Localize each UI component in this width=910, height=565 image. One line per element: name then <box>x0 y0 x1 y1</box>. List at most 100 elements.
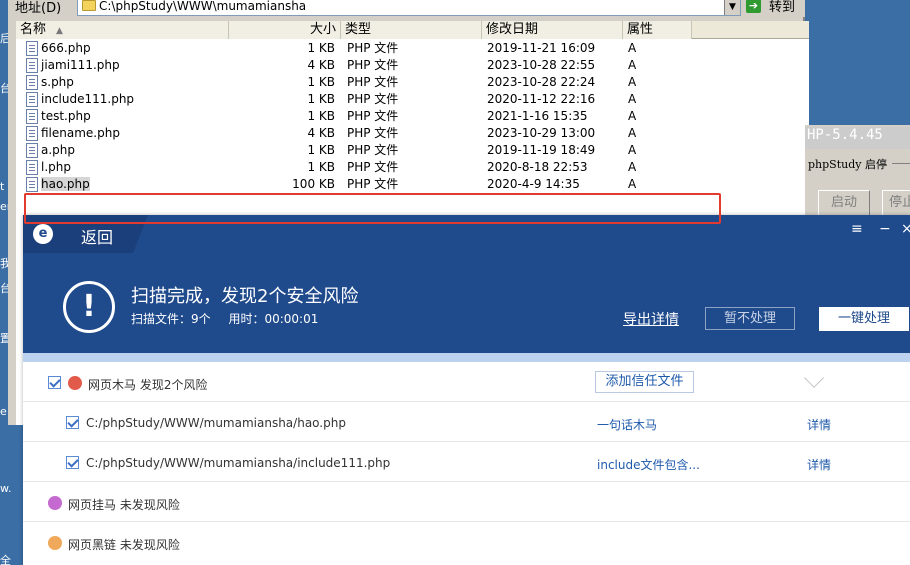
file-row[interactable]: a.php 1 KB PHP 文件 2019-11-19 18:49 A <box>16 142 809 159</box>
file-size: 1 KB <box>307 41 335 55</box>
file-row[interactable]: s.php 1 KB PHP 文件 2023-10-28 22:24 A <box>16 74 809 91</box>
folder-icon <box>82 0 96 11</box>
file-modified: 2023-10-28 22:24 <box>487 75 596 89</box>
group-title: 网页挂马 未发现风险 <box>68 498 180 512</box>
sort-up-icon: ▲ <box>56 26 63 36</box>
stop-button[interactable]: 停止 <box>882 190 910 216</box>
menu-icon[interactable]: ≡ <box>851 221 863 237</box>
header-accent <box>23 353 910 362</box>
file-row[interactable]: hao.php 100 KB PHP 文件 2020-4-9 14:35 A <box>16 176 809 193</box>
dark-link-icon <box>48 536 62 550</box>
file-row[interactable]: jiami111.php 4 KB PHP 文件 2023-10-28 22:5… <box>16 57 809 74</box>
file-attr: A <box>628 41 637 55</box>
risk-item: C:/phpStudy/WWW/mumamiansha/include111.p… <box>23 442 910 482</box>
results-list: 网页木马 发现2个风险 添加信任文件 C:/phpStudy/WWW/mumam… <box>23 362 910 565</box>
elapsed-time: 用时：00:00:01 <box>228 312 319 326</box>
add-trust-button[interactable]: 添加信任文件 <box>595 371 694 393</box>
risk-item: C:/phpStudy/WWW/mumamiansha/hao.php 一句话木… <box>23 402 910 442</box>
group-title: 网页黑链 未发现风险 <box>68 538 180 552</box>
group-checkbox[interactable] <box>48 376 61 389</box>
risk-type: 一句话木马 <box>597 418 658 432</box>
file-name: include111.php <box>41 92 135 106</box>
column-header-attr[interactable]: 属性 <box>623 21 692 39</box>
highlight-box <box>24 193 721 224</box>
group-webshell: 网页木马 发现2个风险 添加信任文件 <box>23 362 910 402</box>
file-attr: A <box>628 58 637 72</box>
divider <box>892 163 910 164</box>
file-attr: A <box>628 143 637 157</box>
fix-all-button[interactable]: 一键处理 <box>819 307 909 331</box>
scan-title: 扫描完成，发现2个安全风险 <box>131 286 359 307</box>
goto-button[interactable]: ➔ 转到 <box>746 0 804 16</box>
desktop-label: w... <box>0 482 12 495</box>
security-dialog: e 返回 ≡ − × ! 扫描完成，发现2个安全风险 扫描文件：9个 用时：00… <box>23 215 910 565</box>
file-modified: 2020-8-18 22:53 <box>487 160 588 174</box>
group-hanging: 网页挂马 未发现风险 <box>23 482 910 522</box>
column-header-modified[interactable]: 修改日期 <box>482 21 623 39</box>
chevron-down-icon[interactable] <box>804 368 824 388</box>
risk-checkbox[interactable] <box>66 456 79 469</box>
close-icon[interactable]: × <box>901 221 910 237</box>
back-label: 返回 <box>81 228 114 247</box>
file-size: 1 KB <box>307 160 335 174</box>
column-label: 名称 <box>20 22 47 37</box>
file-name: filename.php <box>41 126 120 140</box>
php-file-icon <box>26 126 38 141</box>
column-header-name[interactable]: 名称 ▲ <box>16 21 229 39</box>
ignore-button[interactable]: 暂不处理 <box>705 307 795 330</box>
file-type: PHP 文件 <box>347 92 399 106</box>
php-file-icon <box>26 92 38 107</box>
scan-summary: 扫描文件：9个 用时：00:00:01 <box>131 310 332 327</box>
file-modified: 2020-4-9 14:35 <box>487 177 580 191</box>
file-size: 1 KB <box>307 75 335 89</box>
file-row[interactable]: 666.php 1 KB PHP 文件 2019-11-21 16:09 A <box>16 40 809 57</box>
start-button[interactable]: 启动 <box>818 190 870 216</box>
file-name: hao.php <box>41 177 90 191</box>
php-file-icon <box>26 58 38 73</box>
risk-path: C:/phpStudy/WWW/mumamiansha/include111.p… <box>86 456 391 470</box>
address-bar: 地址(D) C:\phpStudy\WWW\mumamiansha ▼ ➔ 转到 <box>8 0 805 17</box>
detail-link[interactable]: 详情 <box>807 416 831 433</box>
file-row[interactable]: include111.php 1 KB PHP 文件 2020-11-12 22… <box>16 91 809 108</box>
address-field[interactable]: C:\phpStudy\WWW\mumamiansha ▼ <box>77 0 741 16</box>
dropdown-icon[interactable]: ▼ <box>724 0 740 15</box>
phpstudy-label: phpStudy 启停 <box>808 158 887 171</box>
file-modified: 2019-11-21 16:09 <box>487 41 596 55</box>
detail-link[interactable]: 详情 <box>807 456 831 473</box>
file-size: 100 KB <box>292 177 335 191</box>
column-header-type[interactable]: 类型 <box>341 21 482 39</box>
file-modified: 2023-10-28 22:55 <box>487 58 596 72</box>
file-name: a.php <box>41 143 76 157</box>
file-size: 4 KB <box>307 126 335 140</box>
column-header-size[interactable]: 大小 <box>229 21 341 39</box>
file-attr: A <box>628 109 637 123</box>
hanging-trojan-icon <box>48 496 62 510</box>
file-type: PHP 文件 <box>347 160 399 174</box>
watermark: CSDN @arissa666 <box>773 541 882 555</box>
file-modified: 2019-11-19 18:49 <box>487 143 596 157</box>
file-name: s.php <box>41 75 74 89</box>
file-row[interactable]: filename.php 4 KB PHP 文件 2023-10-29 13:0… <box>16 125 809 142</box>
file-modified: 2021-1-16 15:35 <box>487 109 588 123</box>
file-type: PHP 文件 <box>347 41 399 55</box>
file-row[interactable]: test.php 1 KB PHP 文件 2021-1-16 15:35 A <box>16 108 809 125</box>
list-header: 名称 ▲ 大小 类型 修改日期 属性 <box>16 21 809 39</box>
php-file-icon <box>26 41 38 56</box>
file-name: l.php <box>41 160 71 174</box>
risk-path: C:/phpStudy/WWW/mumamiansha/hao.php <box>86 416 346 430</box>
risk-checkbox[interactable] <box>66 416 79 429</box>
php-file-icon <box>26 143 38 158</box>
file-row[interactable]: l.php 1 KB PHP 文件 2020-8-18 22:53 A <box>16 159 809 176</box>
minimize-icon[interactable]: − <box>879 221 891 237</box>
php-version: HP-5.4.45 <box>805 127 910 149</box>
file-attr: A <box>628 92 637 106</box>
file-type: PHP 文件 <box>347 58 399 72</box>
logo-icon: e <box>33 224 53 244</box>
file-type: PHP 文件 <box>347 75 399 89</box>
file-type: PHP 文件 <box>347 143 399 157</box>
export-details-link[interactable]: 导出详情 <box>623 309 679 329</box>
risk-type: include文件包含... <box>597 458 700 472</box>
php-file-icon <box>26 75 38 90</box>
desktop-label: 全 <box>0 554 11 565</box>
file-size: 1 KB <box>307 92 335 106</box>
